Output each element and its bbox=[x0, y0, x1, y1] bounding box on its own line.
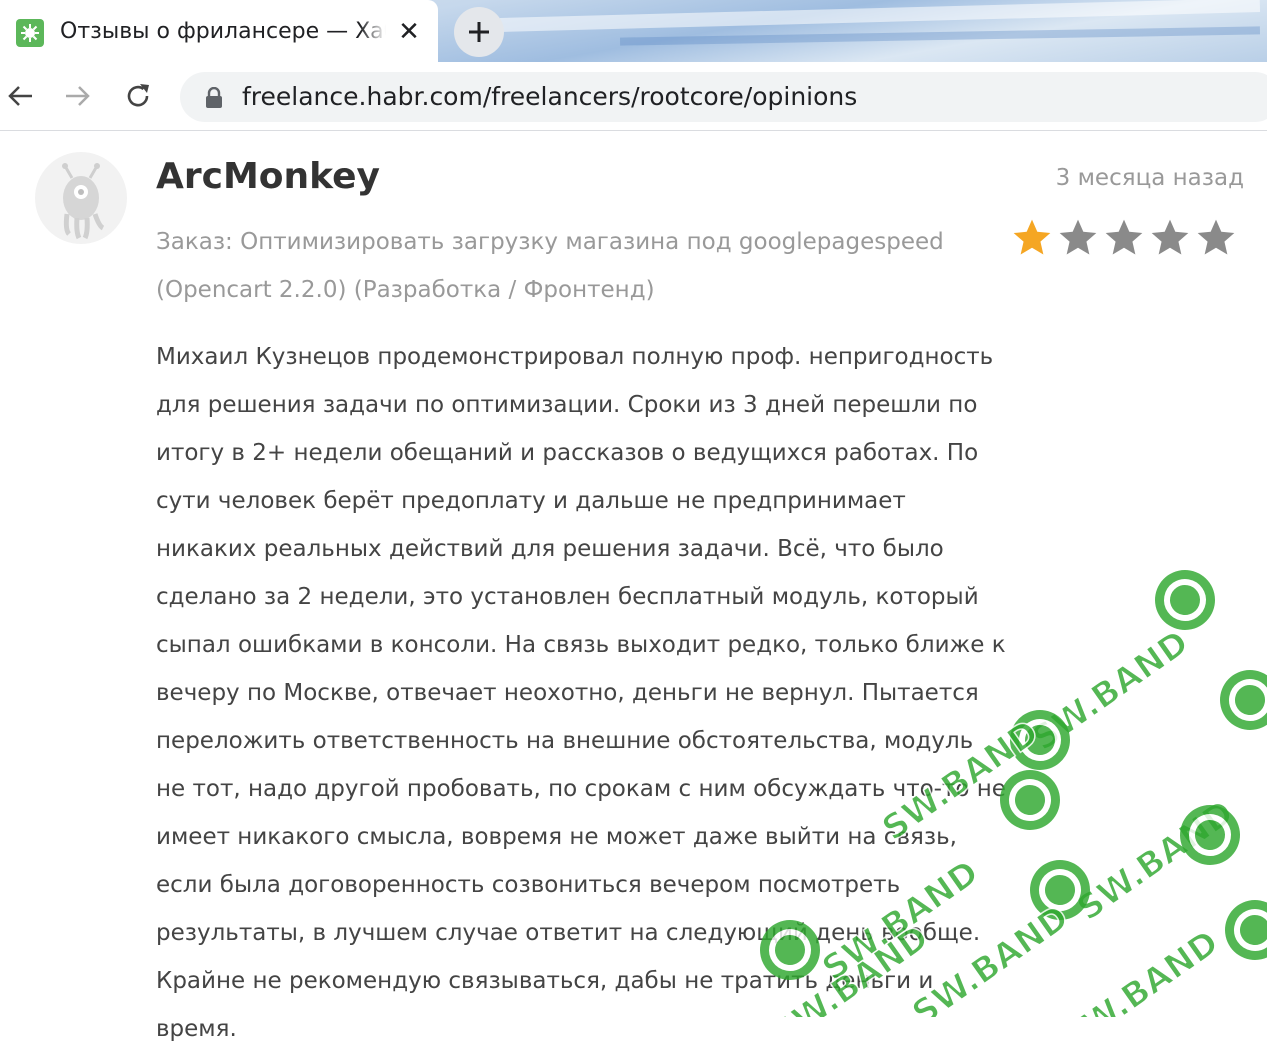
tab-strip-background-accent bbox=[619, 26, 1261, 46]
watermark-logo bbox=[1010, 710, 1070, 770]
plus-icon bbox=[469, 22, 489, 42]
watermark-logo bbox=[1220, 670, 1267, 730]
forward-button[interactable] bbox=[58, 76, 98, 116]
watermark-logo bbox=[1030, 860, 1090, 920]
star-empty-icon bbox=[1151, 219, 1189, 255]
star-empty-icon bbox=[1059, 219, 1097, 255]
svg-text:SW.BAND: SW.BAND bbox=[1070, 793, 1241, 930]
browser-tab-active[interactable]: Отзывы о фрилансере — Хабр Фриланс ✕ bbox=[0, 0, 438, 62]
watermark-logo: SW.BAND bbox=[1054, 922, 1227, 1017]
watermark-logo bbox=[1155, 570, 1215, 630]
avatar[interactable] bbox=[35, 152, 127, 244]
arrow-left-icon bbox=[8, 86, 32, 106]
review-order: Заказ: Оптимизировать загрузку магазина … bbox=[156, 218, 1006, 314]
watermark-logo: SW.BAND bbox=[1024, 622, 1197, 760]
order-prefix: Заказ: bbox=[156, 229, 233, 255]
tab-close-button[interactable]: ✕ bbox=[395, 18, 423, 46]
lock-icon bbox=[206, 87, 222, 108]
habr-freelance-favicon-icon bbox=[16, 19, 44, 47]
monkey-avatar-icon bbox=[62, 163, 105, 240]
reload-icon bbox=[127, 84, 149, 107]
review-date: 3 месяца назад bbox=[1055, 165, 1244, 191]
review-body: Михаил Кузнецов продемонстрировал полную… bbox=[156, 333, 1006, 1053]
tab-strip: Отзывы о фрилансере — Хабр Фриланс ✕ bbox=[0, 0, 1267, 62]
review-author[interactable]: ArcMonkey bbox=[156, 152, 380, 202]
watermark-logo: SW.BAND bbox=[1069, 792, 1242, 930]
new-tab-button[interactable] bbox=[454, 7, 504, 57]
arrow-right-icon bbox=[66, 86, 90, 106]
address-bar[interactable]: freelance.habr.com/freelancers/rootcore/… bbox=[180, 72, 1267, 122]
watermark-logo bbox=[1180, 805, 1240, 865]
url-text: freelance.habr.com/freelancers/rootcore/… bbox=[242, 82, 858, 111]
back-button[interactable] bbox=[0, 76, 40, 116]
review-text: Михаил Кузнецов продемонстрировал полную… bbox=[156, 344, 1006, 1042]
order-category: (Разработка / Фронтенд) bbox=[353, 277, 655, 303]
tab-title: Отзывы о фрилансере — Хабр Фриланс bbox=[60, 19, 386, 44]
star-empty-icon bbox=[1105, 219, 1143, 255]
rating-stars bbox=[1010, 216, 1238, 260]
browser-toolbar: freelance.habr.com/freelancers/rootcore/… bbox=[0, 62, 1267, 131]
tab-strip-background bbox=[499, 0, 1261, 32]
star-empty-icon bbox=[1197, 219, 1235, 255]
watermark-logo bbox=[1225, 900, 1267, 960]
star-filled-icon bbox=[1013, 219, 1051, 255]
reload-button[interactable] bbox=[118, 76, 158, 116]
svg-text:SW.BAND: SW.BAND bbox=[1055, 923, 1226, 1017]
svg-text:SW.BAND: SW.BAND bbox=[1025, 623, 1196, 760]
